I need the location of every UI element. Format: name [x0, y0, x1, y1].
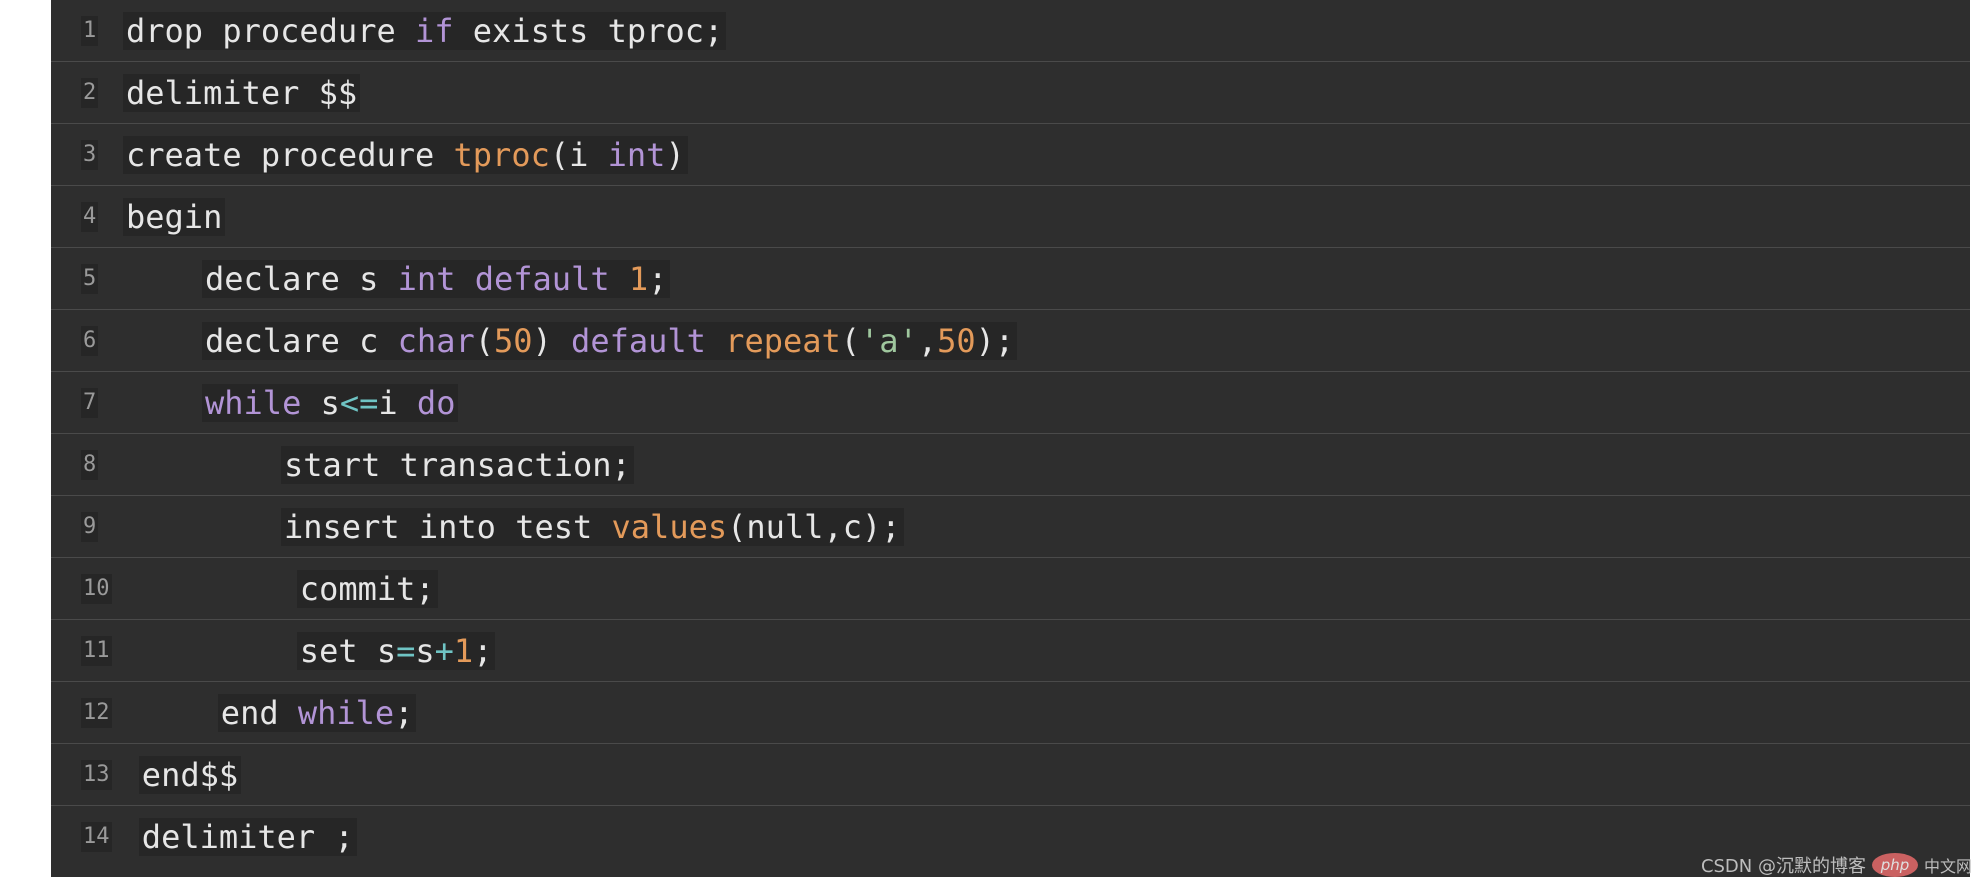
code-token: begin [126, 198, 223, 236]
code-token: delimiter $$ [126, 74, 358, 112]
line-number: 7 [81, 388, 99, 418]
code-line: 6 declare c char(50) default repeat('a',5… [51, 310, 1970, 372]
code-text: end while; [217, 691, 417, 735]
code-token: insert into test [284, 508, 612, 546]
code-token: ) [665, 136, 685, 174]
code-token: end [220, 694, 298, 732]
code-token: delimiter ; [141, 818, 354, 856]
code-token: ( [840, 322, 861, 360]
code-token: s [301, 384, 340, 422]
php-logo-icon: php [1871, 853, 1918, 877]
line-number: 14 [81, 822, 112, 852]
code-token: (i [549, 136, 608, 174]
code-token: create procedure [126, 136, 454, 174]
code-token: 1 [453, 632, 474, 670]
code-token: ( [474, 322, 494, 360]
code-token: 1 [628, 260, 649, 298]
code-token: while [297, 694, 395, 732]
watermark-text: CSDN @沉默的博客 [1700, 856, 1866, 877]
code-text: end$$ [138, 753, 242, 797]
code-token: ; [473, 632, 493, 670]
code-line: 13 end$$ [51, 744, 1970, 806]
code-token: exists tproc; [453, 12, 724, 50]
code-token: ; [648, 260, 668, 298]
code-block: 1 drop procedure if exists tproc; 2 delimit… [51, 0, 1970, 877]
site-text: 中文网 [1923, 857, 1972, 876]
code-line: 4 begin [51, 186, 1970, 248]
code-token: ; [394, 694, 414, 732]
code-token: int [607, 136, 666, 174]
line-number: 5 [81, 264, 99, 294]
line-number: 4 [81, 202, 99, 232]
code-token: declare s [205, 260, 398, 298]
code-text: while s<=i do [202, 381, 459, 425]
code-line: 7 while s<=i do [51, 372, 1970, 434]
code-text: delimiter ; [138, 815, 357, 859]
code-token: declare c [205, 322, 398, 360]
code-line: 12 end while; [51, 682, 1970, 744]
line-number: 2 [81, 78, 99, 108]
code-token: commit; [299, 570, 435, 608]
code-token: = [396, 632, 416, 670]
code-line: 3 create procedure tproc(i int) [51, 124, 1970, 186]
line-number: 1 [81, 16, 99, 46]
code-token: ); [975, 322, 1015, 360]
line-number: 11 [81, 636, 112, 666]
code-token: do [416, 384, 456, 422]
line-number: 6 [81, 326, 99, 356]
code-line: 2 delimiter $$ [51, 62, 1970, 124]
line-number: 8 [81, 450, 99, 480]
code-token: default [474, 260, 610, 298]
code-token: int [397, 260, 456, 298]
code-token: 'a' [860, 322, 918, 360]
code-token: <= [339, 384, 379, 422]
code-token: end$$ [141, 756, 239, 794]
code-token: start transaction; [284, 446, 631, 484]
line-number: 3 [81, 140, 99, 170]
code-token: 50 [493, 322, 533, 360]
code-line: 5 declare s int default 1; [51, 248, 1970, 310]
code-line: 8 start transaction; [51, 434, 1970, 496]
watermark: CSDN @沉默的博客 php 中文网 [1701, 852, 1972, 878]
code-text: create procedure tproc(i int) [123, 133, 688, 177]
code-text: start transaction; [281, 443, 634, 487]
code-text: declare s int default 1; [202, 257, 671, 301]
code-token: set s [299, 632, 397, 670]
code-token: if [414, 12, 454, 50]
code-text: drop procedure if exists tproc; [123, 9, 727, 53]
code-token: drop procedure [126, 12, 415, 50]
code-line: 14 delimiter ; [51, 806, 1970, 868]
code-line: 10 commit; [51, 558, 1970, 620]
code-token: default [571, 322, 706, 360]
code-line: 11 set s=s+1; [51, 620, 1970, 682]
code-text: begin [123, 195, 226, 239]
code-line: 9 insert into test values(null,c); [51, 496, 1970, 558]
code-token: i [378, 384, 417, 422]
line-number: 10 [81, 574, 112, 604]
code-token: + [434, 632, 454, 670]
code-token: while [205, 384, 302, 422]
code-text: commit; [296, 567, 438, 611]
code-token: char [397, 322, 475, 360]
code-token: (null,c); [727, 508, 901, 546]
line-number: 12 [81, 698, 112, 728]
code-text: insert into test values(null,c); [281, 505, 904, 549]
code-token: values [611, 508, 728, 546]
code-text: delimiter $$ [123, 71, 361, 115]
code-token: 50 [937, 322, 976, 360]
code-text: set s=s+1; [296, 629, 496, 673]
code-token: tproc [453, 136, 550, 174]
line-number: 9 [81, 512, 99, 542]
code-token: , [917, 322, 938, 360]
code-token: repeat [725, 322, 841, 360]
code-text: declare c char(50) default repeat('a',50… [202, 319, 1018, 363]
line-number: 13 [81, 760, 112, 790]
code-token: s [415, 632, 435, 670]
code-line: 1 drop procedure if exists tproc; [51, 0, 1970, 62]
code-token: ) [532, 322, 572, 360]
